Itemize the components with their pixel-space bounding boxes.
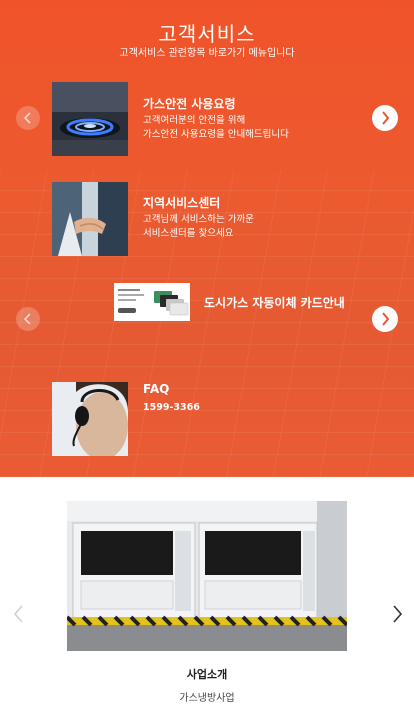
service-item-title: 지역서비스센터 — [143, 196, 221, 210]
chevron-left-icon — [13, 605, 23, 623]
customer-service-section: 고객서비스 고객서비스 관련항목 바로가기 메뉴입니다 가스안전 사용요령 고객… — [0, 0, 414, 477]
business-next-button[interactable] — [390, 603, 404, 625]
chevron-left-icon — [23, 313, 31, 325]
service-item-title: FAQ — [143, 382, 170, 396]
business-title: 사업소개 — [186, 668, 228, 681]
prev-arrow-button[interactable] — [16, 106, 40, 130]
chevron-right-icon — [393, 605, 403, 623]
chevron-left-icon — [23, 112, 31, 124]
section-title: 고객서비스 — [158, 22, 256, 46]
service-item-desc: 고객여러분의 안전을 위해 가스안전 사용요령을 안내해드립니다 — [143, 115, 289, 140]
gas-cooling-units-photo[interactable] — [67, 501, 347, 651]
business-prev-button[interactable] — [12, 603, 26, 625]
credit-cards-photo — [114, 283, 190, 321]
faq-phone-number: 1599-3366 — [143, 402, 200, 413]
chevron-right-icon — [382, 312, 390, 326]
headset-operator-photo — [52, 382, 128, 456]
prev-arrow-button[interactable] — [16, 307, 40, 331]
service-item-title: 가스안전 사용요령 — [143, 97, 236, 111]
business-intro-section: 사업소개 가스냉방사업 — [0, 477, 414, 720]
handshake-photo — [52, 182, 128, 256]
business-subtitle[interactable]: 가스냉방사업 — [0, 689, 414, 704]
service-item-title: 도시가스 자동이체 카드안내 — [204, 296, 345, 310]
gas-burner-photo — [52, 82, 128, 156]
next-arrow-button[interactable] — [372, 105, 398, 131]
section-subtitle: 고객서비스 관련항목 바로가기 메뉴입니다 — [119, 48, 295, 59]
chevron-right-icon — [382, 111, 390, 125]
next-arrow-button[interactable] — [372, 306, 398, 332]
service-item-desc: 고객님께 서비스하는 가까운 서비스센터를 찾으세요 — [143, 214, 254, 239]
